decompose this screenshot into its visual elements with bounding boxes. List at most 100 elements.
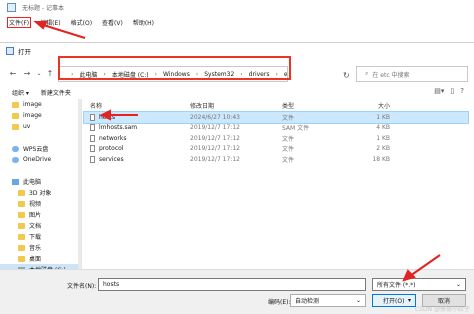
sidebar-item-label: image	[23, 112, 42, 119]
folder-icon	[18, 233, 25, 240]
help-icon[interactable]: ?	[460, 87, 464, 95]
filetype-select[interactable]: 所有文件 (*.*) ⌄	[372, 278, 466, 291]
sidebar-item-label: 下载	[29, 234, 42, 241]
bottom-panel: 文件名(N): hosts 所有文件 (*.*) ⌄ 编码(E): 自动检测 ⌄…	[0, 269, 474, 314]
cloud-icon	[12, 156, 19, 163]
file-size: 4 KB	[376, 124, 390, 132]
sidebar-item[interactable]: 音乐	[0, 242, 81, 253]
column-size[interactable]: 大小	[342, 101, 390, 110]
menu-view[interactable]: 查看(V)	[102, 18, 123, 27]
folder-icon	[18, 255, 25, 262]
file-icon	[90, 134, 95, 142]
sidebar-item[interactable]: 下载	[0, 231, 81, 242]
cloud-icon	[12, 145, 19, 152]
pc-icon	[12, 178, 19, 185]
sidebar-item[interactable]: image	[0, 99, 81, 110]
folder-icon	[12, 112, 19, 119]
open-button[interactable]: 打开(O) ▾	[372, 294, 416, 307]
file-date: 2024/6/27 10:43	[190, 113, 240, 121]
file-date: 2019/12/7 17:12	[190, 134, 240, 142]
file-name: hosts	[99, 113, 116, 121]
forward-icon[interactable]: →	[22, 69, 32, 79]
chevron-down-icon: ⌄	[355, 297, 361, 304]
chevron-down-icon: ⌄	[455, 281, 461, 288]
open-dialog: 打开 ← → ⌄ ↑ › 此电脑 › 本地磁盘 (C:) › Windows ›…	[0, 42, 474, 314]
sidebar-scrollbar[interactable]	[78, 99, 81, 269]
file-name: protocol	[99, 145, 124, 153]
file-list: 名称 修改日期 类型 大小 hosts 2024/6/27 10:43 文件 1 KB…	[83, 99, 469, 269]
file-size: 2 KB	[376, 145, 390, 153]
sidebar-item[interactable]: OneDrive	[0, 154, 81, 165]
sidebar-item[interactable]: 文档	[0, 220, 81, 231]
sidebar-item[interactable]: 3D 对象	[0, 187, 81, 198]
chevron-down-icon[interactable]: ⌄	[34, 69, 44, 79]
file-icon	[90, 145, 95, 153]
encoding-value: 自动检测	[295, 298, 320, 305]
column-name[interactable]: 名称	[84, 101, 190, 110]
new-folder-button[interactable]: 新建文件夹	[41, 88, 71, 97]
sidebar-item-label: 音乐	[29, 245, 42, 252]
address-highlight-box	[58, 56, 291, 80]
file-icon	[90, 113, 95, 121]
folder-icon	[18, 189, 25, 196]
sidebar-item-label: 文档	[29, 223, 42, 230]
folder-icon	[18, 200, 25, 207]
file-row[interactable]: protocol 2019/12/7 17:12 文件 2 KB	[84, 144, 468, 155]
view-options-icon[interactable]: ▤▾	[434, 87, 444, 95]
file-size: 18 KB	[372, 155, 390, 163]
sidebar-item[interactable]: WPS云盘	[0, 143, 81, 154]
sidebar-item-label: 图片	[29, 212, 42, 219]
menu-format[interactable]: 格式(O)	[71, 18, 92, 27]
file-row[interactable]: networks 2019/12/7 17:12 文件 1 KB	[84, 133, 468, 144]
sidebar-item[interactable]: 此电脑	[0, 176, 81, 187]
file-icon	[90, 124, 95, 132]
column-type[interactable]: 类型	[282, 101, 342, 110]
sidebar-item-label: OneDrive	[23, 156, 52, 163]
notepad-icon	[7, 3, 16, 12]
filename-value: hosts	[103, 281, 120, 288]
dialog-title: 打开	[18, 48, 31, 56]
file-name: networks	[99, 134, 127, 142]
folder-icon	[18, 222, 25, 229]
sidebar-item-label: 3D 对象	[29, 190, 52, 197]
search-icon: ⌕	[365, 70, 369, 77]
up-icon[interactable]: ↑	[45, 69, 55, 79]
sidebar-item[interactable]: uv	[0, 121, 81, 132]
sidebar-item[interactable]: 视频	[0, 198, 81, 209]
menu-help[interactable]: 帮助(H)	[133, 18, 154, 27]
sidebar-item[interactable]: 图片	[0, 209, 81, 220]
file-type: 文件	[282, 146, 295, 154]
notepad-menubar: 文件(F) 编辑(E) 格式(O) 查看(V) 帮助(H)	[0, 15, 474, 29]
folder-icon	[18, 244, 25, 251]
file-row[interactable]: services 2019/12/7 17:12 文件 18 KB	[84, 154, 468, 165]
filename-input[interactable]: hosts	[98, 278, 366, 291]
filetype-value: 所有文件 (*.*)	[377, 282, 416, 289]
file-date: 2019/12/7 17:12	[190, 124, 240, 132]
folder-icon	[12, 101, 19, 108]
search-input[interactable]: ⌕ 在 etc 中搜索	[356, 66, 468, 82]
refresh-icon[interactable]: ↻	[343, 71, 350, 80]
dialog-icon	[6, 47, 14, 55]
sidebar-item	[0, 165, 81, 176]
file-type: 文件	[282, 156, 295, 164]
folder-icon	[12, 123, 19, 130]
file-row[interactable]: hosts 2024/6/27 10:43 文件 1 KB	[83, 111, 469, 124]
preview-pane-icon[interactable]: ▯	[450, 87, 454, 95]
column-date[interactable]: 修改日期	[190, 101, 282, 110]
file-date: 2019/12/7 17:12	[190, 155, 240, 163]
file-type: 文件	[282, 114, 295, 122]
menu-file[interactable]: 文件(F)	[6, 16, 32, 28]
sidebar-item[interactable]: image	[0, 110, 81, 121]
file-list-header: 名称 修改日期 类型 大小	[84, 99, 468, 112]
menu-edit[interactable]: 编辑(E)	[40, 18, 60, 27]
encoding-select[interactable]: 自动检测 ⌄	[290, 294, 366, 307]
organize-button[interactable]: 组织 ▾	[12, 88, 29, 97]
file-row[interactable]: lmhosts.sam 2019/12/7 17:12 SAM 文件 4 KB	[84, 123, 468, 134]
sidebar-item-label: 此电脑	[23, 179, 42, 186]
search-placeholder: 在 etc 中搜索	[372, 71, 410, 79]
file-type: 文件	[282, 135, 295, 143]
navigation-pane: image image uv WPS云盘 OneDrive 此电脑 3D 对象 视频图片文档下…	[0, 99, 82, 269]
back-icon[interactable]: ←	[8, 69, 18, 79]
sidebar-item[interactable]: 桌面	[0, 253, 81, 264]
chevron-down-icon: ▾	[407, 297, 411, 304]
